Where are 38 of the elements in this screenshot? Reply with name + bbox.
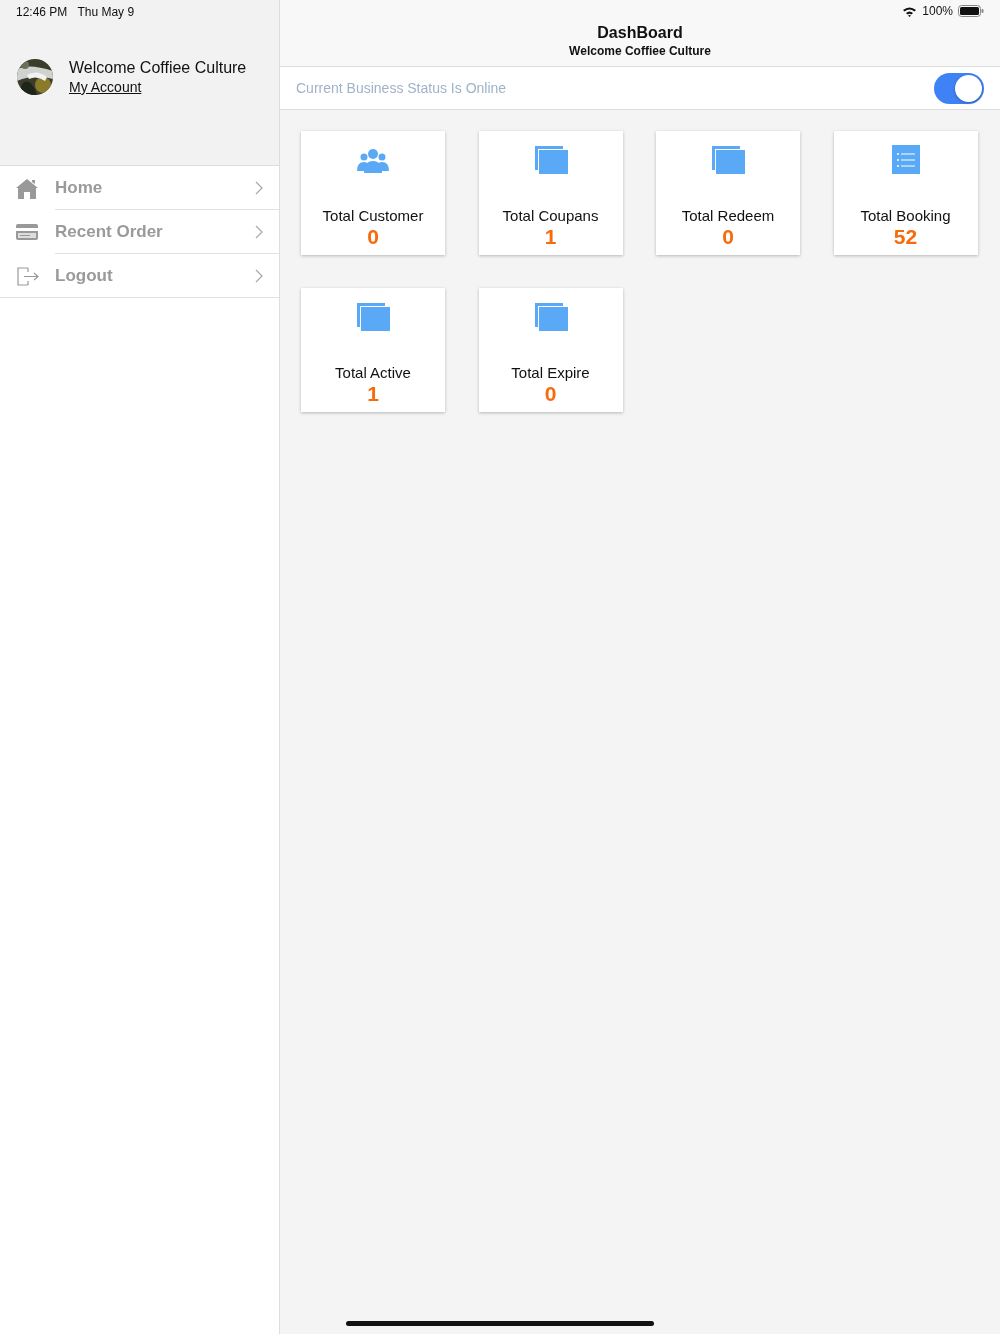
- logout-icon: [16, 264, 40, 287]
- status-toggle[interactable]: [934, 72, 984, 104]
- card-title: Total Coupans: [502, 207, 599, 224]
- home-icon: [15, 176, 39, 199]
- pages-icon: [356, 302, 390, 332]
- card-value: 0: [722, 225, 734, 249]
- my-account-link[interactable]: My Account: [69, 79, 142, 95]
- battery-percent: 100%: [922, 4, 953, 18]
- card-value: 0: [367, 225, 379, 249]
- welcome-text: Welcome Coffiee Culture: [69, 59, 247, 77]
- chevron-icon: [255, 268, 263, 283]
- stat-card[interactable]: Total Booking 52: [833, 131, 978, 255]
- chevron-icon: [255, 180, 263, 195]
- page-subtitle: Welcome Coffiee Culture: [569, 44, 711, 58]
- battery-icon: [958, 5, 984, 17]
- status-time: 12:46 PM: [16, 5, 68, 19]
- stat-card[interactable]: Total Customer 0: [301, 131, 445, 255]
- stat-card[interactable]: Total Active 1: [301, 288, 445, 412]
- wifi-icon: [902, 5, 918, 17]
- card-title: Total Booking: [860, 207, 951, 224]
- card-title: Total Customer: [322, 207, 424, 224]
- pages-icon: [533, 145, 568, 175]
- chevron-icon: [255, 224, 263, 239]
- stat-card[interactable]: Total Coupans 1: [478, 131, 623, 255]
- stat-card[interactable]: Total Redeem 0: [656, 131, 800, 255]
- pages-icon: [533, 302, 568, 332]
- card-title: Total Redeem: [681, 207, 775, 224]
- card-title: Total Active: [335, 364, 411, 381]
- card-value: 1: [367, 382, 379, 406]
- page-title: DashBoard: [597, 24, 683, 42]
- business-status-label: Current Business Status Is Online: [296, 80, 507, 96]
- card-title: Total Expire: [511, 364, 590, 381]
- stat-card[interactable]: Total Expire 0: [478, 288, 623, 412]
- status-date: Thu May 9: [77, 5, 135, 19]
- card-value: 1: [544, 225, 557, 249]
- card-value: 0: [544, 382, 557, 406]
- pages-icon: [711, 145, 745, 175]
- card-value: 52: [893, 225, 918, 249]
